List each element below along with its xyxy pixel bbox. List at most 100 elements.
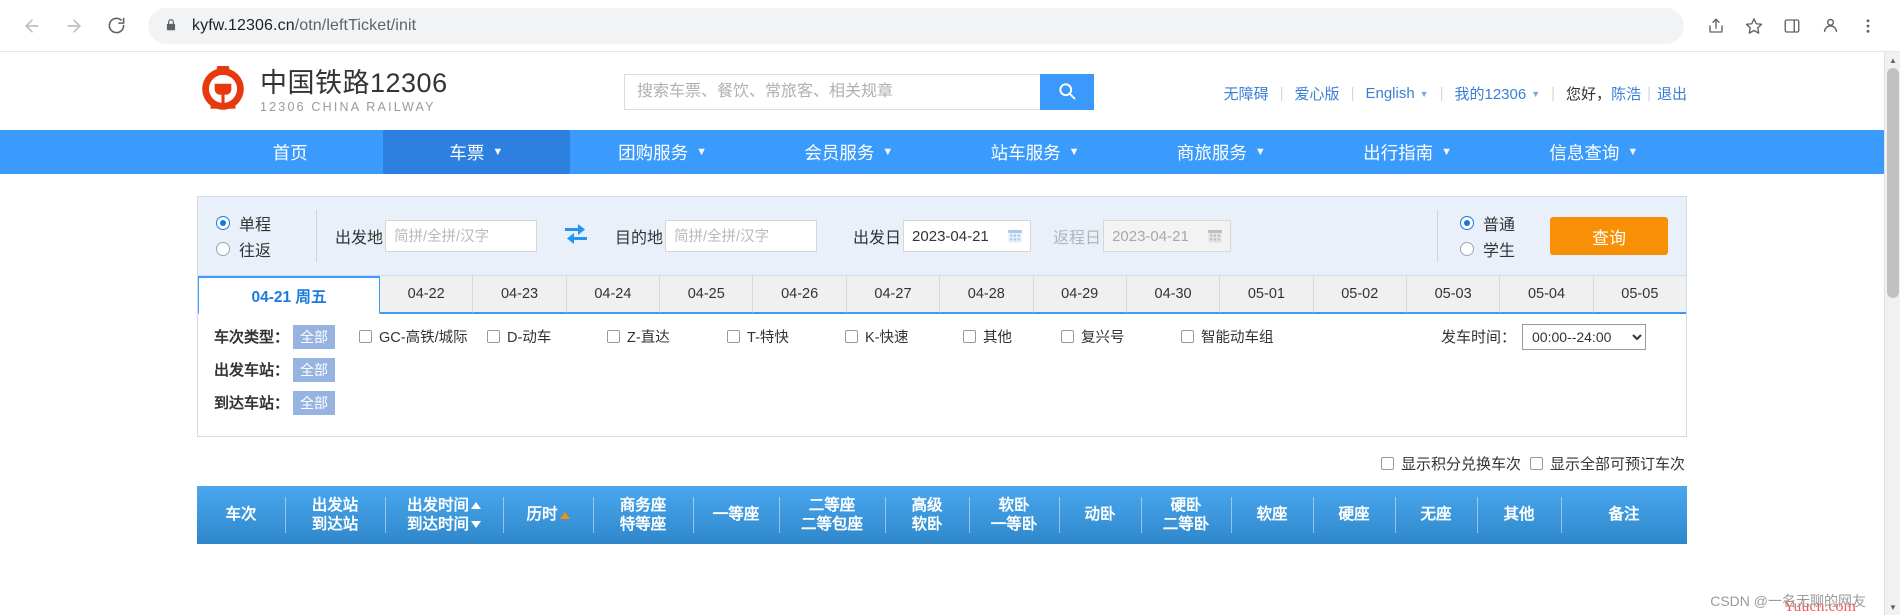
col-duration[interactable]: 历时 — [503, 486, 593, 544]
calendar-icon[interactable] — [1206, 227, 1224, 245]
calendar-icon[interactable] — [1006, 227, 1024, 245]
date-tab[interactable]: 04-29 — [1033, 276, 1127, 313]
col-premium-soft-sleeper[interactable]: 高级 软卧 — [885, 486, 969, 544]
header-link-english[interactable]: English — [1365, 85, 1414, 102]
checkbox-gc-highspeed[interactable]: GC-高铁/城际 — [359, 326, 487, 347]
date-tab-active[interactable]: 04-21 周五 — [198, 276, 380, 314]
search-input[interactable] — [624, 74, 1040, 110]
date-tab[interactable]: 04-27 — [846, 276, 941, 313]
trip-type-group: 单程 往返 — [216, 210, 298, 262]
radio-one-way[interactable]: 单程 — [216, 210, 298, 236]
col-business-class[interactable]: 商务座 特等座 — [593, 486, 693, 544]
date-tab[interactable]: 04-30 — [1126, 276, 1221, 313]
date-tab[interactable]: 05-01 — [1220, 276, 1314, 313]
back-button[interactable] — [14, 8, 50, 44]
passenger-type-group: 普通 学生 — [1460, 210, 1532, 262]
col-line: 二等包座 — [800, 516, 863, 533]
site-logo[interactable]: 中国铁路12306 12306 CHINA RAILWAY — [197, 65, 448, 117]
col-first-class[interactable]: 一等座 — [693, 486, 779, 544]
col-times[interactable]: 出发时间 到达时间 — [385, 486, 503, 544]
date-tab[interactable]: 05-02 — [1313, 276, 1407, 313]
sort-ascending-icon[interactable] — [471, 501, 481, 509]
sort-descending-icon[interactable] — [471, 521, 481, 529]
browser-menu-button[interactable] — [1850, 8, 1886, 44]
radio-round-trip[interactable]: 往返 — [216, 236, 298, 262]
checkbox-t-express[interactable]: T-特快 — [727, 326, 845, 347]
depart-station-all-pill[interactable]: 全部 — [293, 357, 336, 382]
nav-item-business-travel[interactable]: 商旅服务 ▼ — [1128, 130, 1314, 174]
col-emu-sleeper[interactable]: 动卧 — [1059, 486, 1141, 544]
checkbox-label: D-动车 — [507, 330, 552, 346]
header-link-my12306[interactable]: 我的12306 — [1455, 83, 1527, 104]
checkbox-smart-emu[interactable]: 智能动车组 — [1181, 326, 1274, 347]
username-link[interactable]: 陈浩 — [1611, 83, 1641, 104]
logout-link[interactable]: 退出 — [1657, 83, 1687, 104]
date-tab[interactable]: 04-23 — [473, 276, 567, 313]
header-link-accessibility[interactable]: 无障碍 — [1224, 83, 1269, 104]
nav-item-travel-guide[interactable]: 出行指南 ▼ — [1315, 130, 1501, 174]
forward-button[interactable] — [56, 8, 92, 44]
date-tab[interactable]: 04-25 — [660, 276, 754, 313]
col-soft-sleeper[interactable]: 软卧 一等卧 — [969, 486, 1059, 544]
swap-stations-button[interactable] — [559, 221, 593, 251]
train-type-all-pill[interactable]: 全部 — [293, 324, 336, 349]
share-button[interactable] — [1698, 8, 1734, 44]
nav-item-tickets[interactable]: 车票 ▼ — [383, 130, 570, 174]
col-train-number[interactable]: 车次 — [197, 486, 285, 544]
col-other[interactable]: 其他 — [1477, 486, 1561, 544]
checkbox-icon — [487, 330, 501, 343]
nav-item-station-service[interactable]: 站车服务 ▼ — [942, 130, 1128, 174]
nav-item-group-purchase[interactable]: 团购服务 ▼ — [570, 130, 756, 174]
col-standing[interactable]: 无座 — [1395, 486, 1477, 544]
side-panel-button[interactable] — [1774, 8, 1810, 44]
address-bar[interactable]: kyfw.12306.cn/otn/leftTicket/init — [148, 7, 1684, 44]
col-stations[interactable]: 出发站 到达站 — [285, 486, 385, 544]
bookmark-button[interactable] — [1736, 8, 1772, 44]
checkbox-fuxing[interactable]: 复兴号 — [1061, 326, 1181, 347]
radio-normal-passenger[interactable]: 普通 — [1460, 210, 1532, 236]
scroll-up-icon[interactable]: ▲ — [1885, 52, 1900, 68]
col-remark[interactable]: 备注 — [1561, 486, 1687, 544]
from-station-input[interactable] — [385, 220, 538, 252]
departure-time-select[interactable]: 00:00--24:00 00:00--06:00 06:00--12:00 1… — [1522, 323, 1646, 350]
to-station-input[interactable] — [665, 220, 818, 252]
header-link-care-edition[interactable]: 爱心版 — [1295, 83, 1340, 104]
checkbox-show-all-bookable[interactable]: 显示全部可预订车次 — [1529, 453, 1685, 474]
checkbox-show-points-exchange[interactable]: 显示积分兑换车次 — [1380, 453, 1521, 474]
radio-student-passenger[interactable]: 学生 — [1460, 236, 1532, 262]
date-tab[interactable]: 05-05 — [1593, 276, 1687, 313]
nav-item-info-query[interactable]: 信息查询 ▼ — [1501, 130, 1687, 174]
col-hard-sleeper[interactable]: 硬卧 二等卧 — [1141, 486, 1231, 544]
star-icon — [1745, 17, 1763, 35]
col-second-class[interactable]: 二等座 二等包座 — [779, 486, 885, 544]
date-tab[interactable]: 04-24 — [566, 276, 661, 313]
nav-item-member-service[interactable]: 会员服务 ▼ — [756, 130, 942, 174]
checkbox-label: 显示积分兑换车次 — [1400, 456, 1521, 473]
greeting-text: 您好， — [1566, 86, 1612, 103]
reload-button[interactable] — [98, 8, 134, 44]
date-tab[interactable]: 04-26 — [753, 276, 847, 313]
chevron-down-icon: ▼ — [1531, 88, 1541, 99]
checkbox-other[interactable]: 其他 — [963, 326, 1061, 347]
search-button[interactable] — [1040, 74, 1094, 110]
col-soft-seat[interactable]: 软座 — [1231, 486, 1313, 544]
col-hard-seat[interactable]: 硬座 — [1313, 486, 1395, 544]
chevron-down-icon: ▼ — [882, 146, 894, 158]
nav-item-home[interactable]: 首页 — [197, 130, 383, 174]
date-tabs-and-filters: 04-21 周五 04-22 04-23 04-24 04-25 04-26 0… — [197, 276, 1687, 437]
scroll-down-icon[interactable]: ▼ — [1885, 599, 1900, 615]
profile-button[interactable] — [1812, 8, 1848, 44]
checkbox-k-fast[interactable]: K-快速 — [845, 326, 963, 347]
sort-ascending-icon[interactable] — [559, 511, 570, 519]
date-tab[interactable]: 05-03 — [1406, 276, 1501, 313]
scrollbar-thumb[interactable] — [1887, 68, 1899, 298]
date-tab[interactable]: 04-22 — [380, 276, 474, 313]
date-tab[interactable]: 04-28 — [940, 276, 1034, 313]
query-submit-button[interactable]: 查询 — [1550, 217, 1668, 255]
date-tab[interactable]: 05-04 — [1500, 276, 1594, 313]
checkbox-d-emu[interactable]: D-动车 — [487, 326, 607, 347]
checkbox-label: T-特快 — [747, 330, 789, 346]
page-scrollbar[interactable]: ▲ ▼ — [1884, 52, 1900, 615]
arrive-station-all-pill[interactable]: 全部 — [293, 390, 336, 415]
checkbox-z-direct[interactable]: Z-直达 — [607, 326, 727, 347]
